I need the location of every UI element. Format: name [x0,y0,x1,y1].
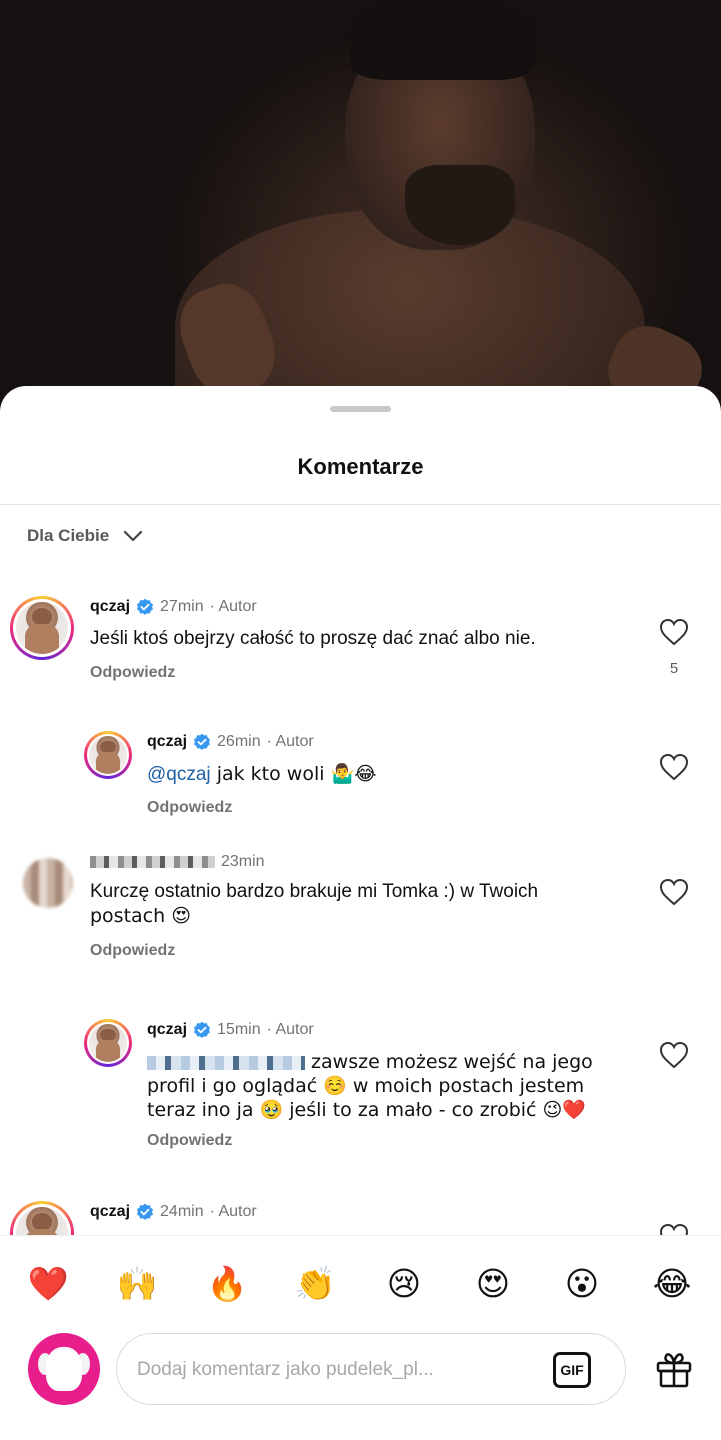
heart-emoji[interactable]: ❤️ [26,1262,70,1306]
crying-emoji[interactable]: 😢 [382,1262,426,1306]
comment-username[interactable]: qczaj [147,1021,187,1039]
avatar-blurred[interactable] [23,858,73,908]
comment-text: @qczaj jak kto woli 🤷‍♂️😂 [147,762,376,787]
clapping-emoji[interactable]: 👏 [293,1262,337,1306]
comment-text-line1: zawsze możesz wejść na jego [305,1051,593,1073]
comment-list: qczaj 27min · Autor Jeśli ktoś obejrzy c… [0,576,721,1235]
surprised-emoji[interactable]: 😮 [560,1262,604,1306]
verified-badge-icon [194,1021,211,1038]
avatar[interactable] [84,731,132,779]
heart-icon[interactable] [659,1223,689,1235]
comment-text: zawsze możesz wejść na jego [147,1050,593,1074]
laughing-emoji[interactable]: 😂 [650,1262,694,1306]
comment-input-bar: Dodaj komentarz jako pudelek_pl... GIF [0,1330,721,1440]
reply-button[interactable]: Odpowiedz [90,664,175,682]
comment-time: 24min [160,1203,204,1220]
sheet-grabber[interactable] [330,406,391,412]
sheet-title: Komentarze [297,454,424,479]
heart-icon[interactable] [659,618,689,646]
avatar[interactable] [10,596,74,660]
comment-text: Kurczę ostatnio bardzo brakuje mi Tomka … [90,881,539,902]
comment-input[interactable]: Dodaj komentarz jako pudelek_pl... GIF [116,1333,626,1405]
verified-badge-icon [194,733,211,750]
comment-meta: 23min [90,853,265,871]
comment-username-blurred[interactable] [90,856,215,868]
raising-hands-emoji[interactable]: 🙌 [115,1262,159,1306]
mention-link-blurred[interactable] [147,1055,305,1070]
author-tag: · Autor [209,598,257,615]
comments-sheet: Komentarze Dla Ciebie qczaj 27min · Auto… [0,386,721,1440]
comment-meta: qczaj 24min · Autor [90,1203,257,1221]
gift-icon[interactable] [654,1349,694,1389]
mention-link[interactable]: @qczaj [147,764,211,785]
sort-dropdown[interactable]: Dla Ciebie [27,526,143,546]
avatar[interactable] [84,1019,132,1067]
comment-time: 26min [217,733,261,750]
sheet-divider [0,504,721,505]
reply-button[interactable]: Odpowiedz [147,1132,232,1150]
heart-icon[interactable] [659,753,689,781]
comment-input-placeholder: Dodaj komentarz jako pudelek_pl... [137,1359,434,1380]
comment-time: 15min [217,1021,261,1038]
comment-meta: qczaj 26min · Autor [147,733,314,751]
sort-label: Dla Ciebie [27,526,110,545]
gif-button[interactable]: GIF [553,1352,591,1388]
comment-meta: qczaj 27min · Autor [90,598,257,616]
heart-eyes-emoji[interactable]: 😍 [471,1262,515,1306]
author-tag: · Autor [266,1021,314,1038]
comment-text-line3: teraz ino ja 🥹 jeśli to za mało - co zro… [147,1099,586,1121]
reply-button[interactable]: Odpowiedz [147,799,232,817]
quick-reactions-bar: ❤️ 🙌 🔥 👏 😢 😍 😮 😂 [0,1235,721,1330]
current-user-avatar[interactable] [28,1333,100,1405]
comment-time: 23min [221,853,265,870]
author-tag: · Autor [209,1203,257,1220]
reply-button[interactable]: Odpowiedz [90,942,175,960]
fire-emoji[interactable]: 🔥 [205,1262,249,1306]
heart-icon[interactable] [659,1041,689,1069]
avatar[interactable] [10,1201,74,1235]
verified-badge-icon [137,1203,154,1220]
comment-text-body: jak kto woli 🤷‍♂️😂 [210,763,377,785]
comment-username[interactable]: qczaj [90,598,130,616]
chevron-down-icon [124,530,143,542]
comment-username[interactable]: qczaj [90,1203,130,1221]
comment-text-line2: profil i go oglądać ☺️ w moich postach j… [147,1075,585,1097]
comment-meta: qczaj 15min · Autor [147,1021,314,1039]
video-person-hair [350,0,535,80]
verified-badge-icon [137,598,154,615]
video-person-beard [405,165,515,245]
comment-username[interactable]: qczaj [147,733,187,751]
comment-time: 27min [160,598,204,615]
comment-text: Jeśli ktoś obejrzy całość to proszę dać … [90,628,536,649]
like-count: 5 [669,660,679,677]
video-background [0,0,721,420]
heart-icon[interactable] [659,878,689,906]
comment-text-line2: postach 😍 [90,905,192,927]
author-tag: · Autor [266,733,314,750]
